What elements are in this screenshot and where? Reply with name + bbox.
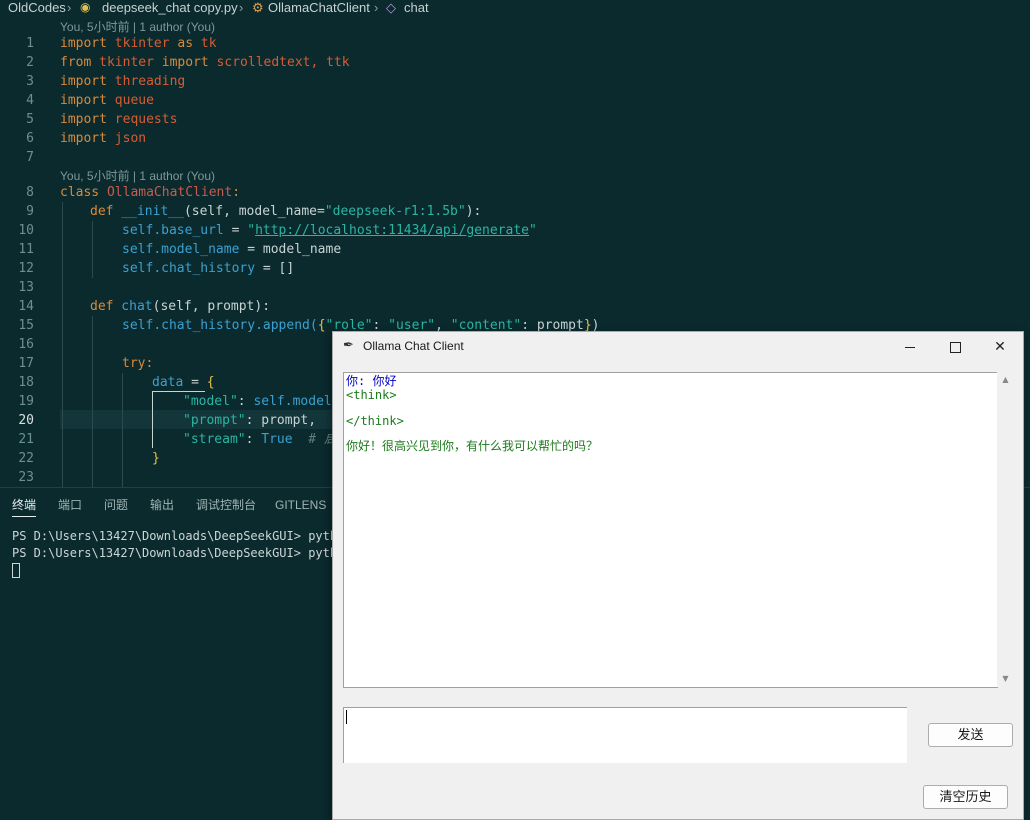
scroll-up-icon[interactable]: ▲ <box>997 375 1014 384</box>
breadcrumb: OldCodes › ◉ deepseek_chat copy.py › ⚙ O… <box>0 0 1030 16</box>
chat-window[interactable]: ✒ Ollama Chat Client ✕ 你: 你好 <think> </t… <box>332 331 1024 820</box>
tab-debug-console[interactable]: 调试控制台 <box>196 497 256 513</box>
tab-gitlens[interactable]: GITLENS <box>275 497 326 513</box>
line-number: 7 <box>26 150 34 165</box>
think-close-tag: </think> <box>346 414 404 428</box>
terminal-line[interactable]: PS D:\Users\13427\Downloads\DeepSeekGUI>… <box>12 545 344 562</box>
code-line[interactable]: def __init__(self, model_name="deepseek-… <box>90 202 481 221</box>
code-line[interactable]: } <box>152 449 160 468</box>
terminal-line[interactable]: PS D:\Users\13427\Downloads\DeepSeekGUI>… <box>12 528 344 545</box>
chevron-right-icon: › <box>374 0 379 15</box>
code-line[interactable]: "stream": True # 启 <box>183 430 337 449</box>
indent-guide <box>92 221 93 278</box>
title-bar[interactable]: ✒ Ollama Chat Client ✕ <box>333 332 1023 362</box>
code-line[interactable]: try: <box>122 354 153 373</box>
line-number: 16 <box>18 337 34 352</box>
code-line[interactable]: "prompt": prompt, <box>183 411 316 430</box>
indent-guide <box>62 202 63 487</box>
line-number: 5 <box>26 112 34 127</box>
breadcrumb-folder[interactable]: OldCodes <box>8 0 66 15</box>
code-line[interactable]: data = { <box>152 373 215 392</box>
maximize-icon <box>949 341 961 353</box>
terminal-cursor[interactable] <box>12 563 20 578</box>
bracket-guide <box>152 391 153 448</box>
line-number: 6 <box>26 131 34 146</box>
line-number: 9 <box>26 204 34 219</box>
line-number: 2 <box>26 55 34 70</box>
code-line[interactable]: "model": self.model <box>183 392 332 411</box>
chat-history-box[interactable]: 你: 你好 <think> </think> 你好！很高兴见到你，有什么我可以帮… <box>343 372 998 688</box>
tab-terminal[interactable]: 终端 <box>12 497 37 517</box>
clear-history-button[interactable]: 清空历史 <box>923 785 1008 809</box>
feather-icon: ✒ <box>343 338 354 353</box>
minimize-button[interactable] <box>887 332 933 362</box>
window-title: Ollama Chat Client <box>363 339 464 353</box>
maximize-button[interactable] <box>932 332 978 362</box>
chevron-right-icon: › <box>239 0 244 15</box>
chevron-right-icon: › <box>67 0 72 15</box>
tab-output[interactable]: 输出 <box>150 497 174 513</box>
method-symbol-icon: ◇ <box>386 0 396 15</box>
code-line[interactable]: self.chat_history = [] <box>122 259 294 278</box>
line-number: 12 <box>18 261 34 276</box>
breadcrumb-method[interactable]: chat <box>404 0 429 15</box>
line-number: 17 <box>18 356 34 371</box>
line-number: 23 <box>18 470 34 485</box>
close-icon: ✕ <box>994 339 1006 355</box>
line-number: 18 <box>18 375 34 390</box>
class-symbol-icon: ⚙ <box>252 0 264 15</box>
line-number: 21 <box>18 432 34 447</box>
assistant-message: 你好！很高兴见到你，有什么我可以帮忙的吗？ <box>346 439 599 453</box>
python-file-icon: ◉ <box>80 0 91 14</box>
line-number: 10 <box>18 223 34 238</box>
think-open-tag: <think> <box>346 388 397 402</box>
breadcrumb-file[interactable]: deepseek_chat copy.py <box>102 0 238 15</box>
git-blame-annotation[interactable]: You, 5小时前 | 1 author (You) <box>60 169 215 183</box>
breadcrumb-class[interactable]: OllamaChatClient <box>268 0 370 15</box>
scroll-down-icon[interactable]: ▼ <box>997 674 1014 683</box>
code-line[interactable]: def chat(self, prompt): <box>90 297 270 316</box>
indent-guide <box>92 316 93 487</box>
tab-ports[interactable]: 端口 <box>58 497 82 513</box>
line-number: 8 <box>26 185 34 200</box>
code-line[interactable]: import requests <box>60 110 177 129</box>
close-button[interactable]: ✕ <box>977 332 1023 362</box>
chat-scrollbar[interactable]: ▲ ▼ <box>997 372 1014 686</box>
line-number: 15 <box>18 318 34 333</box>
line-number: 19 <box>18 394 34 409</box>
line-number: 20 <box>18 413 34 428</box>
code-line[interactable]: import json <box>60 129 146 148</box>
tab-problems[interactable]: 问题 <box>104 497 128 513</box>
line-number: 13 <box>18 280 34 295</box>
code-line[interactable]: import tkinter as tk <box>60 34 217 53</box>
send-button[interactable]: 发送 <box>928 723 1013 747</box>
code-line[interactable]: from tkinter import scrolledtext, ttk <box>60 53 350 72</box>
git-blame-annotation[interactable]: You, 5小时前 | 1 author (You) <box>60 20 215 34</box>
line-number: 1 <box>26 36 34 51</box>
code-line[interactable]: class OllamaChatClient: <box>60 183 240 202</box>
text-caret <box>346 710 347 724</box>
code-line[interactable]: self.model_name = model_name <box>122 240 341 259</box>
user-message: 你: 你好 <box>346 374 397 388</box>
code-line[interactable]: self.base_url = "http://localhost:11434/… <box>122 221 537 240</box>
code-line[interactable]: import queue <box>60 91 154 110</box>
line-number: 4 <box>26 93 34 108</box>
line-number: 3 <box>26 74 34 89</box>
indent-guide <box>122 373 123 487</box>
message-input[interactable] <box>343 707 907 763</box>
line-number: 22 <box>18 451 34 466</box>
line-number: 11 <box>18 242 34 257</box>
line-number: 14 <box>18 299 34 314</box>
minimize-icon <box>905 346 915 348</box>
code-line[interactable]: import threading <box>60 72 185 91</box>
